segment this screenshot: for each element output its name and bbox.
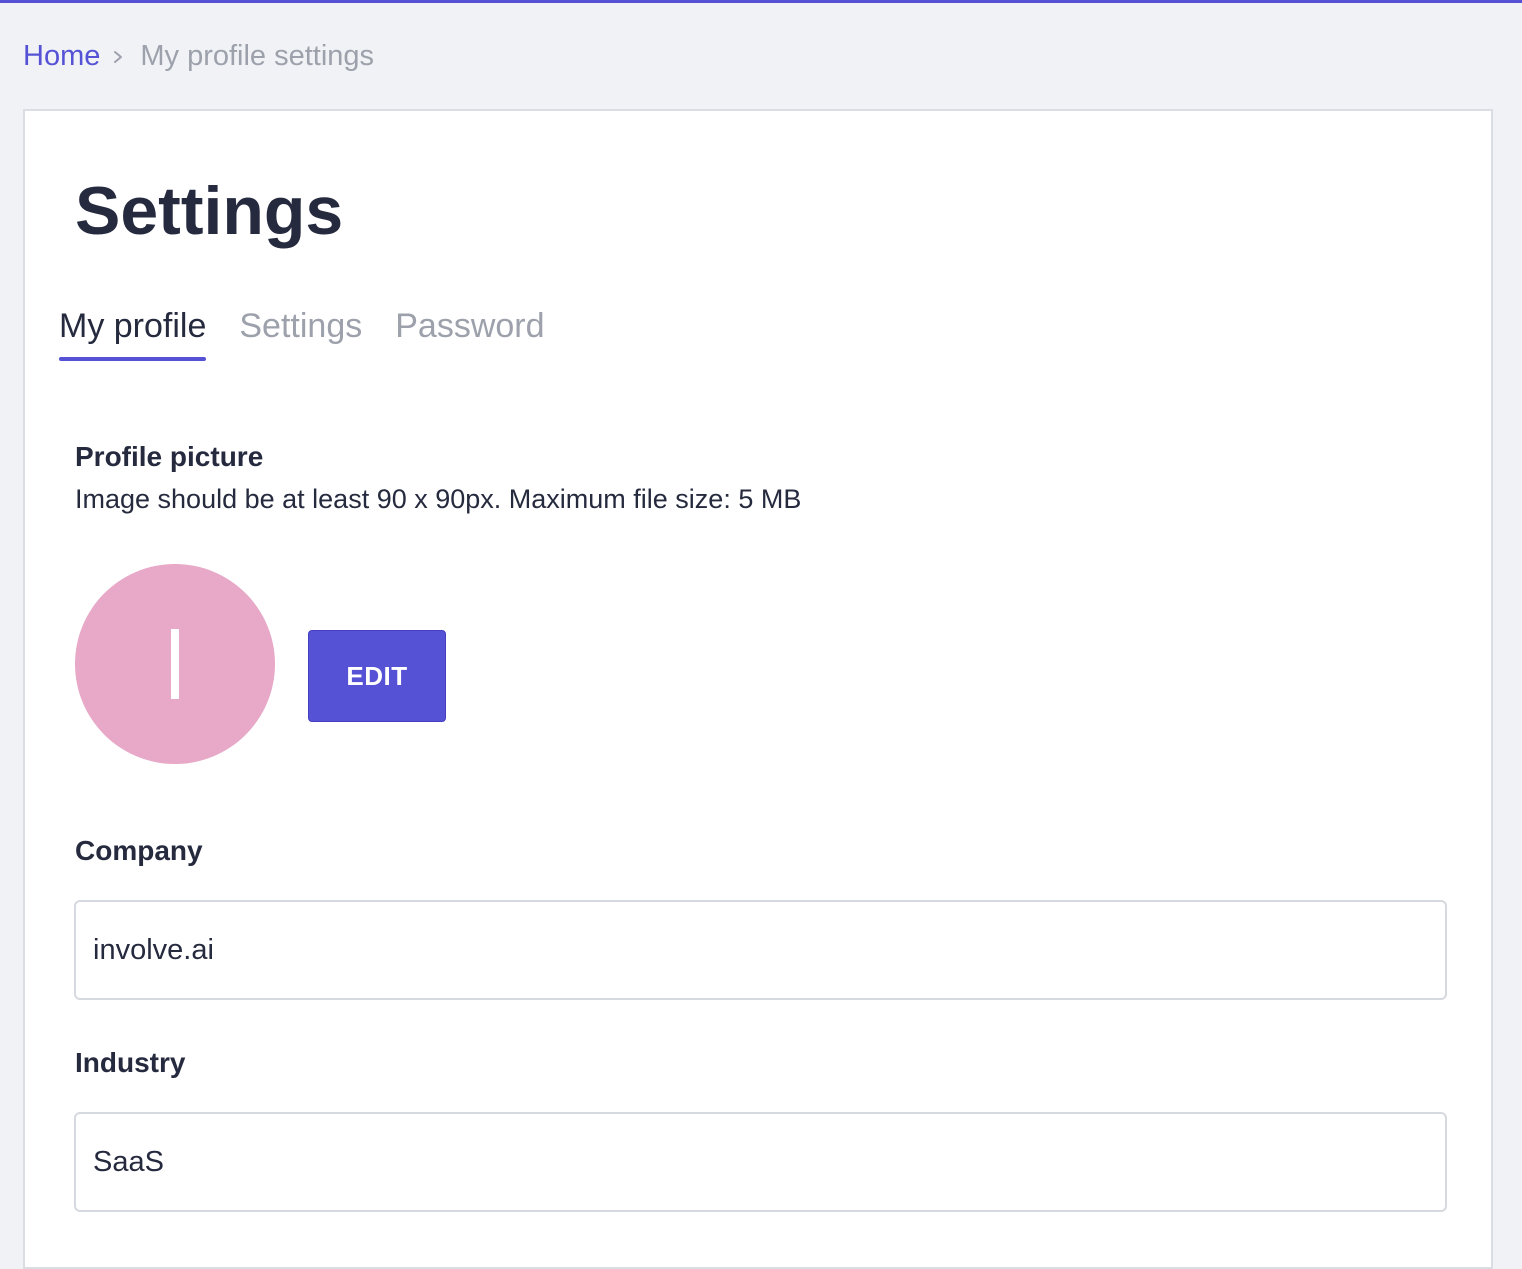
edit-avatar-button[interactable]: EDIT <box>308 630 446 722</box>
tab-my-profile[interactable]: My profile <box>59 301 207 361</box>
profile-picture-heading: Profile picture <box>75 441 264 472</box>
company-label: Company <box>75 835 203 866</box>
breadcrumb-home-link[interactable]: Home <box>23 40 100 73</box>
page-title: Settings <box>75 173 344 249</box>
top-accent-bar <box>0 0 1522 3</box>
company-input[interactable] <box>74 900 1447 1000</box>
tab-bar: My profile Settings Password <box>59 301 578 371</box>
avatar-initial-glyph <box>171 629 179 699</box>
tab-password[interactable]: Password <box>395 301 544 361</box>
tab-settings[interactable]: Settings <box>239 301 362 361</box>
industry-input[interactable] <box>74 1112 1447 1212</box>
industry-label: Industry <box>75 1047 186 1078</box>
chevron-right-icon <box>100 36 140 76</box>
breadcrumb: Home My profile settings <box>23 36 374 76</box>
profile-picture-hint: Image should be at least 90 x 90px. Maxi… <box>75 484 802 514</box>
breadcrumb-current: My profile settings <box>140 39 375 72</box>
avatar: I <box>75 564 275 764</box>
settings-card: Settings My profile Settings Password Pr… <box>23 109 1493 1269</box>
